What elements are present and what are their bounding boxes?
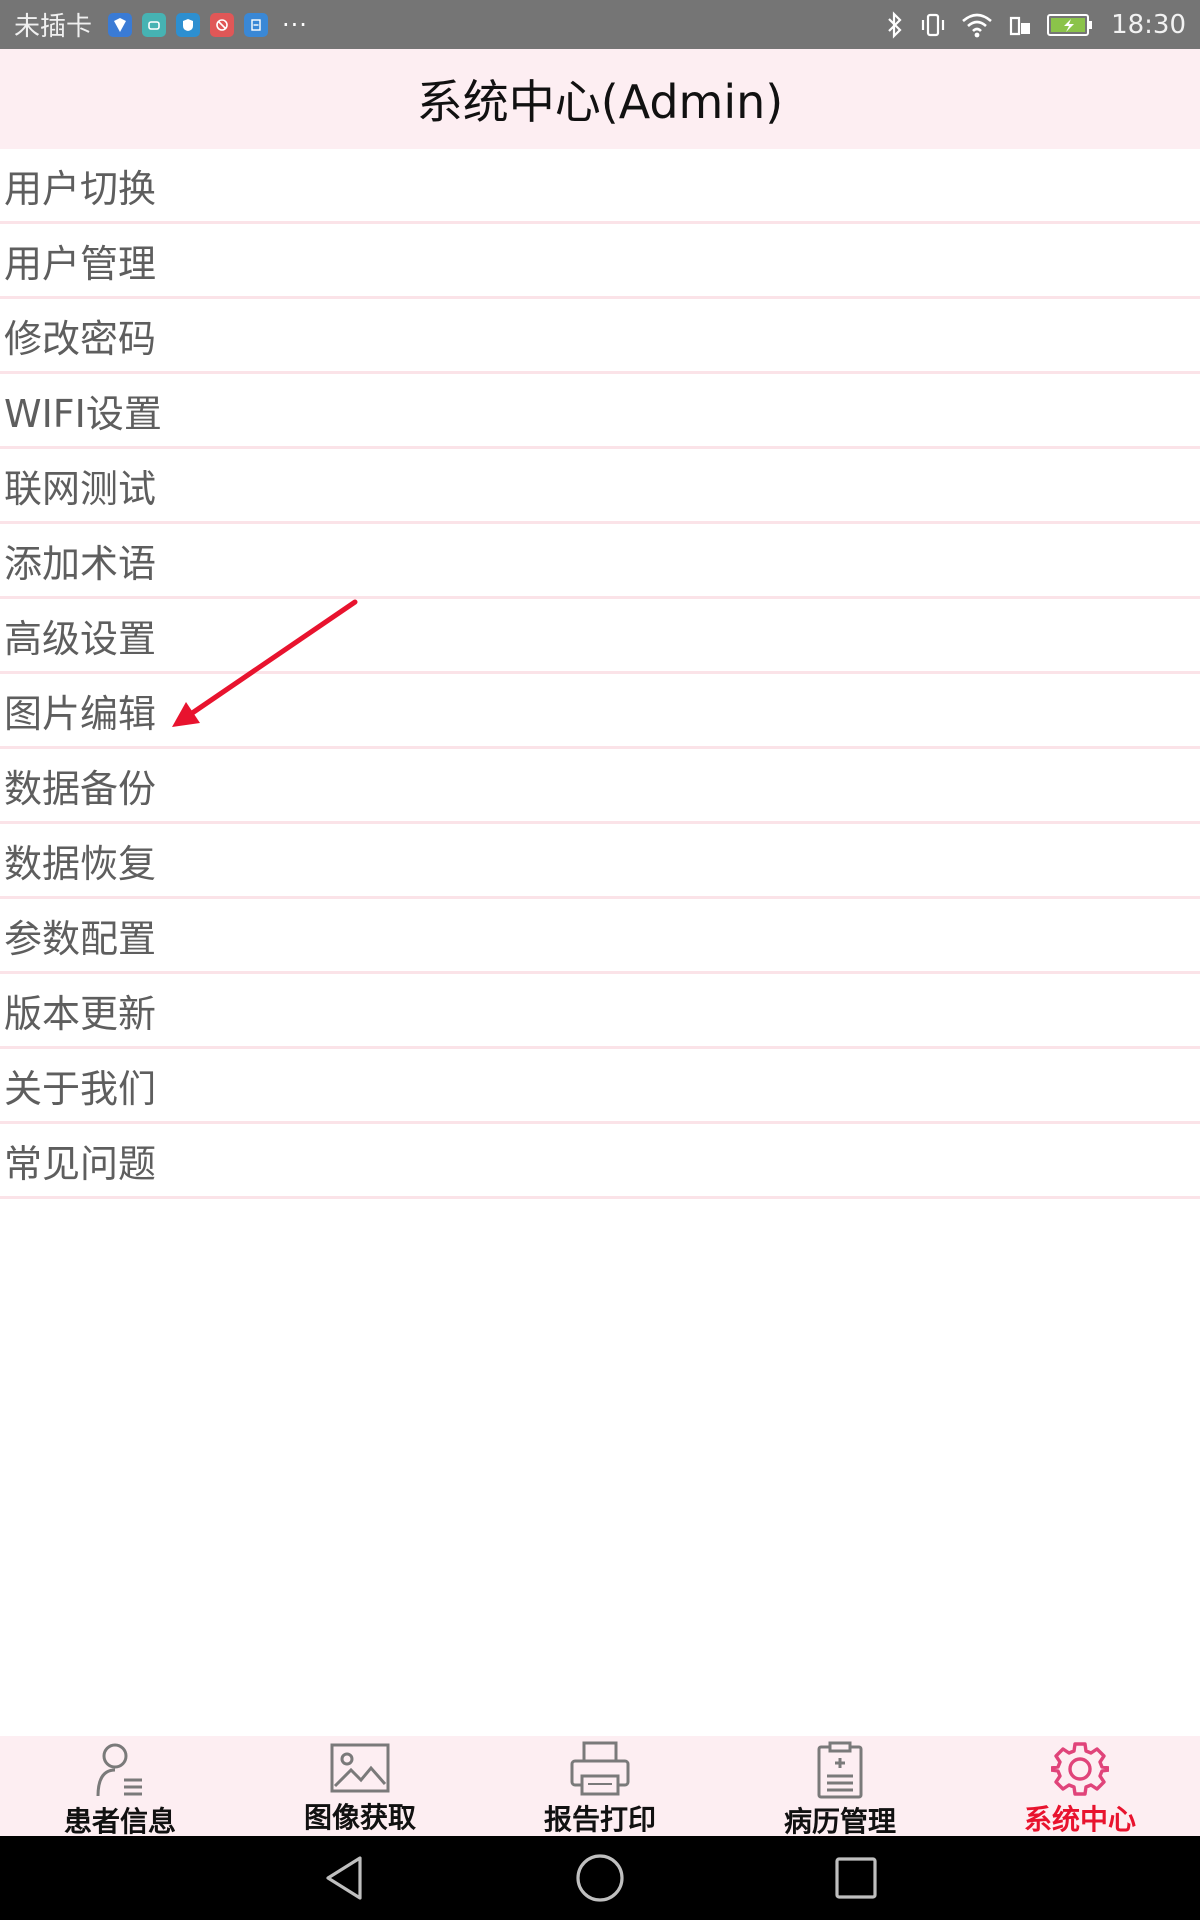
app-header: 系统中心(Admin)	[0, 49, 1200, 149]
status-right: 18:30	[885, 10, 1186, 40]
tab-label: 系统中心	[1023, 1803, 1136, 1836]
bottom-tab-bar: 患者信息 图像获取 报告打印 病历管理 系统中心	[0, 1736, 1200, 1838]
status-time: 18:30	[1111, 9, 1186, 40]
menu-item-faq[interactable]: 常见问题	[0, 1124, 1200, 1199]
status-bar: 未插卡 ··· 18:30	[0, 0, 1200, 49]
blocked-icon	[210, 12, 235, 37]
menu-item-parameter-config[interactable]: 参数配置	[0, 899, 1200, 974]
tab-label: 图像获取	[303, 1801, 416, 1834]
menu-item-label: 参数配置	[4, 916, 157, 961]
menu-item-version-update[interactable]: 版本更新	[0, 974, 1200, 1049]
shield-check-icon	[108, 12, 133, 37]
tab-label: 患者信息	[63, 1805, 176, 1838]
menu-item-label: 修改密码	[4, 316, 157, 361]
tab-image-capture[interactable]: 图像获取	[240, 1736, 480, 1836]
menu-item-label: 联网测试	[4, 466, 157, 511]
menu-item-label: 数据恢复	[4, 841, 157, 886]
tab-system-center[interactable]: 系统中心	[960, 1736, 1200, 1836]
home-icon[interactable]	[574, 1852, 626, 1904]
page-title: 系统中心(Admin)	[416, 75, 784, 129]
menu-item-add-terms[interactable]: 添加术语	[0, 524, 1200, 599]
back-icon[interactable]	[318, 1852, 370, 1904]
menu-item-label: WIFI设置	[4, 391, 162, 436]
vibrate-icon	[919, 11, 947, 39]
bluetooth-icon	[885, 10, 905, 39]
battery-charging-icon	[1047, 13, 1093, 37]
document-icon	[244, 12, 269, 37]
menu-item-label: 添加术语	[4, 541, 157, 586]
tab-label: 报告打印	[543, 1803, 656, 1836]
menu-item-about-us[interactable]: 关于我们	[0, 1049, 1200, 1124]
system-nav-bar	[0, 1836, 1200, 1920]
menu-item-label: 常见问题	[4, 1141, 157, 1186]
menu-item-label: 关于我们	[4, 1066, 157, 1111]
screen: 未插卡 ··· 18:30 系统中心(Admin) 用户切换 用户管理 修改密码…	[0, 0, 1200, 1920]
menu-item-label: 高级设置	[4, 616, 157, 661]
menu-item-user-management[interactable]: 用户管理	[0, 224, 1200, 299]
menu-item-wifi-settings[interactable]: WIFI设置	[0, 374, 1200, 449]
menu-item-network-test[interactable]: 联网测试	[0, 449, 1200, 524]
menu-item-change-password[interactable]: 修改密码	[0, 299, 1200, 374]
tab-label: 病历管理	[783, 1805, 896, 1838]
menu-item-label: 用户管理	[4, 241, 157, 286]
sim-icon	[1007, 12, 1033, 38]
patient-icon	[87, 1740, 153, 1800]
image-icon	[327, 1740, 393, 1796]
carrier-label: 未插卡	[14, 12, 93, 42]
menu-item-label: 数据备份	[4, 766, 157, 811]
clipboard-icon	[807, 1740, 873, 1800]
printer-icon	[567, 1740, 633, 1798]
tab-report-print[interactable]: 报告打印	[480, 1736, 720, 1836]
android-icon	[142, 12, 167, 37]
menu-item-label: 图片编辑	[4, 691, 157, 736]
security-icon	[176, 12, 201, 37]
status-left: 未插卡 ···	[14, 6, 308, 43]
gear-icon	[1047, 1740, 1113, 1798]
menu-item-switch-user[interactable]: 用户切换	[0, 149, 1200, 224]
tab-patient-info[interactable]: 患者信息	[0, 1736, 240, 1838]
menu-item-data-restore[interactable]: 数据恢复	[0, 824, 1200, 899]
overflow-dots: ···	[282, 10, 308, 39]
menu-item-data-backup[interactable]: 数据备份	[0, 749, 1200, 824]
recents-icon[interactable]	[830, 1852, 882, 1904]
tab-records-management[interactable]: 病历管理	[720, 1736, 960, 1838]
menu-item-label: 用户切换	[4, 166, 157, 211]
annotation-arrow	[172, 599, 358, 727]
menu-item-label: 版本更新	[4, 991, 157, 1036]
wifi-icon	[961, 12, 993, 38]
